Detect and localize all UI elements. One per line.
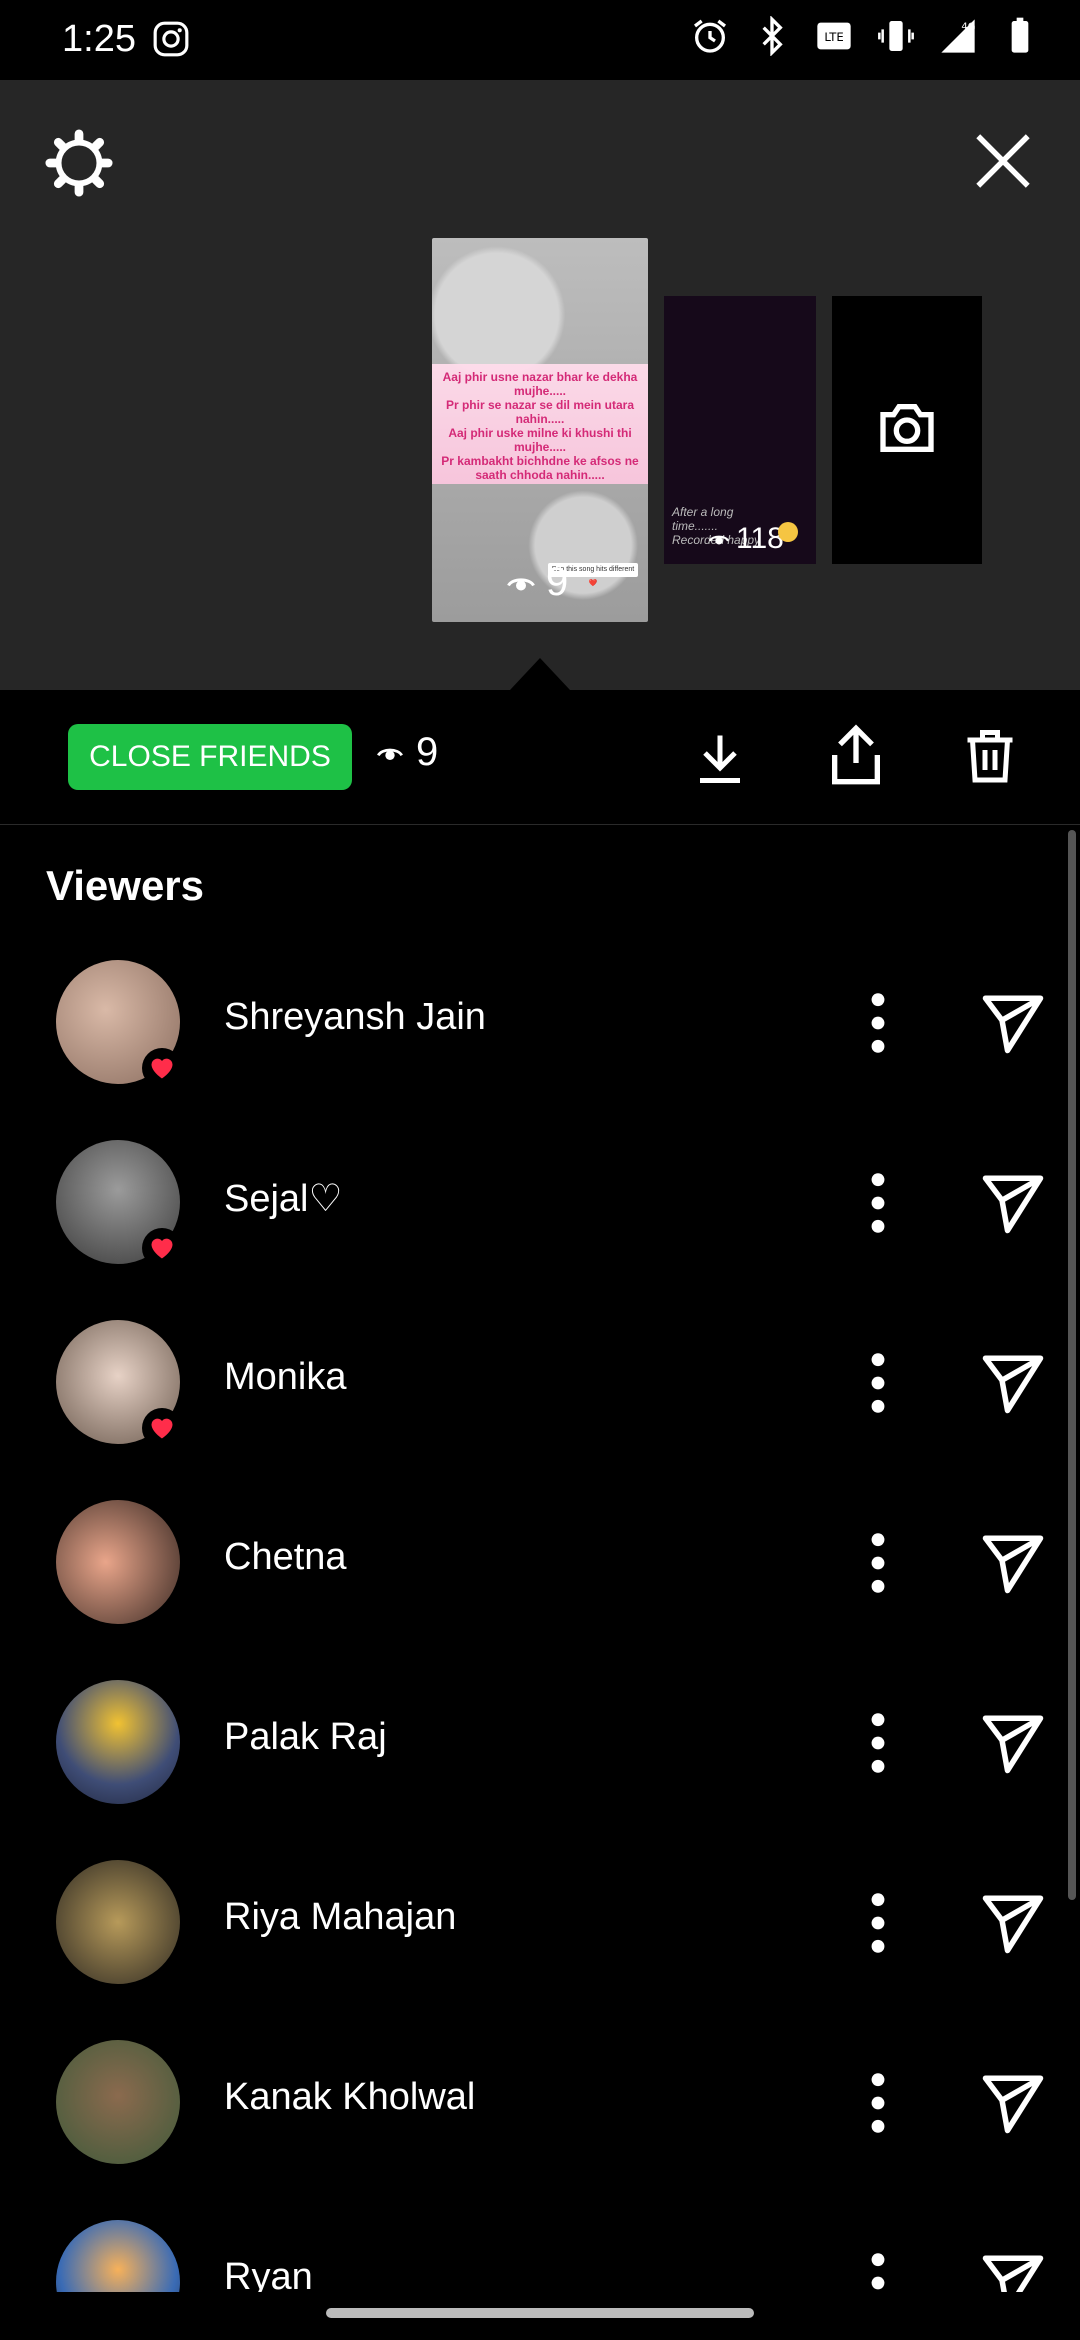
eye-icon xyxy=(507,577,535,590)
more-options-icon[interactable] xyxy=(860,1708,896,1778)
story-views-second: 118 xyxy=(708,522,784,556)
eye-icon xyxy=(377,748,403,760)
alarm-icon xyxy=(694,19,726,53)
send-message-icon[interactable] xyxy=(978,990,1048,1056)
send-message-icon[interactable] xyxy=(978,1170,1048,1236)
close-icon[interactable] xyxy=(970,128,1036,194)
share-icon[interactable] xyxy=(824,720,888,790)
more-options-icon[interactable] xyxy=(860,988,896,1058)
eye-icon xyxy=(708,535,730,545)
viewer-name[interactable]: Kanak Kholwal xyxy=(224,2076,475,2119)
liked-heart-badge xyxy=(142,1408,182,1448)
views-counter: 9 xyxy=(376,730,438,775)
more-options-icon[interactable] xyxy=(860,1348,896,1418)
settings-icon[interactable] xyxy=(44,128,114,198)
avatar[interactable] xyxy=(56,1680,180,1804)
viewer-name[interactable]: Palak Raj xyxy=(224,1716,387,1759)
bluetooth-icon xyxy=(762,16,783,56)
viewer-name[interactable]: Riya Mahajan xyxy=(224,1896,456,1939)
avatar[interactable] xyxy=(56,2040,180,2164)
viewer-name[interactable]: Shreyansh Jain xyxy=(224,996,486,1039)
story-text: Aaj phir usne nazar bhar ke dekha mujhe.… xyxy=(441,370,639,482)
liked-heart-badge xyxy=(142,1228,182,1268)
status-bar: 1:25 LTE 4G xyxy=(0,0,1080,80)
viewer-row[interactable]: Riya Mahajan xyxy=(0,1856,1060,2036)
vibrate-icon xyxy=(878,21,914,51)
send-message-icon[interactable] xyxy=(978,2070,1048,2136)
viewer-name[interactable]: Monika xyxy=(224,1356,347,1399)
viewer-row[interactable]: Palak Raj xyxy=(0,1676,1060,1856)
viewer-row[interactable]: Chetna xyxy=(0,1496,1060,1676)
heart-icon xyxy=(151,1238,173,1259)
viewer-list-scrollbar[interactable] xyxy=(1068,830,1076,1900)
avatar[interactable] xyxy=(56,1500,180,1624)
heart-icon xyxy=(151,1418,173,1439)
story-views-main: 9 xyxy=(506,560,568,605)
viewers-title: Viewers xyxy=(46,862,205,909)
status-time: 1:25 xyxy=(62,18,136,60)
svg-text:LTE: LTE xyxy=(824,30,843,44)
smile-emoji-icon xyxy=(778,522,798,542)
story-views-count: 9 xyxy=(546,560,569,604)
viewer-row[interactable]: Monika xyxy=(0,1316,1060,1496)
liked-heart-badge xyxy=(142,1048,182,1088)
selected-story-pointer xyxy=(510,658,570,690)
more-options-icon[interactable] xyxy=(860,1888,896,1958)
more-options-icon[interactable] xyxy=(860,2248,896,2292)
viewer-row[interactable]: Kanak Kholwal xyxy=(0,2036,1060,2216)
trash-icon[interactable] xyxy=(960,720,1020,790)
more-options-icon[interactable] xyxy=(860,2068,896,2138)
more-options-icon[interactable] xyxy=(860,1528,896,1598)
views-count-text: 9 xyxy=(416,730,439,774)
viewer-row[interactable]: Shreyansh Jain xyxy=(0,956,1060,1136)
viewer-row[interactable]: Ryan xyxy=(0,2216,1060,2292)
viewer-name[interactable]: Ryan xyxy=(224,2256,313,2292)
viewer-name[interactable]: Sejal♡ xyxy=(224,1176,343,1221)
signal-4g-icon: 4G xyxy=(941,19,975,53)
svg-text:4G: 4G xyxy=(961,21,975,32)
story-2-views-count: 118 xyxy=(736,522,784,555)
close-friends-badge[interactable]: CLOSE FRIENDS xyxy=(68,724,352,790)
send-message-icon[interactable] xyxy=(978,1530,1048,1596)
send-message-icon[interactable] xyxy=(978,1890,1048,1956)
heart-icon xyxy=(151,1058,173,1079)
viewer-row[interactable]: Sejal♡ xyxy=(0,1136,1060,1316)
download-icon[interactable] xyxy=(690,726,750,790)
avatar[interactable] xyxy=(56,2220,180,2292)
send-message-icon[interactable] xyxy=(978,2250,1048,2292)
home-indicator[interactable] xyxy=(326,2308,754,2318)
send-message-icon[interactable] xyxy=(978,1350,1048,1416)
send-message-icon[interactable] xyxy=(978,1710,1048,1776)
avatar[interactable] xyxy=(56,1860,180,1984)
battery-icon xyxy=(1011,17,1029,53)
volte-icon: LTE xyxy=(817,22,851,50)
more-options-icon[interactable] xyxy=(860,1168,896,1238)
status-icons: LTE 4G xyxy=(690,16,1040,56)
viewer-name[interactable]: Chetna xyxy=(224,1536,347,1579)
camera-icon[interactable] xyxy=(872,396,942,460)
story-action-bar: CLOSE FRIENDS 9 xyxy=(0,690,1080,825)
instagram-icon xyxy=(153,21,189,57)
